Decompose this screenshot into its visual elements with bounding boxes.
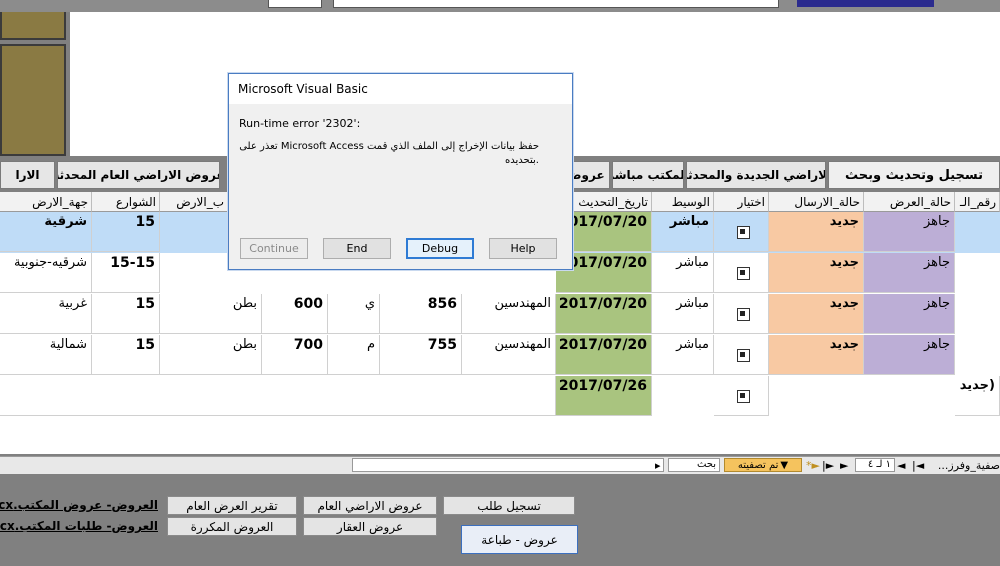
repeated-offers-button[interactable]: العروض المكررة: [167, 517, 297, 536]
area-cell[interactable]: المهندسين: [462, 294, 556, 334]
select-cell[interactable]: [714, 253, 769, 293]
send-status-cell[interactable]: جديد: [769, 253, 864, 293]
select-cell[interactable]: [714, 335, 769, 375]
dialog-body: Run-time error '2302': حفظ بيانات الإخرا…: [229, 104, 572, 269]
streets-cell[interactable]: 15: [92, 335, 160, 375]
new-record-label[interactable]: (جديد: [955, 376, 1000, 416]
select-cell[interactable]: [714, 376, 769, 416]
broker-cell[interactable]: مباشر: [652, 335, 714, 375]
send-status-cell[interactable]: جديد: [769, 294, 864, 334]
date-cell[interactable]: 2017/07/20: [556, 294, 652, 334]
letter-cell[interactable]: م: [328, 335, 380, 375]
col-header-offer-status[interactable]: حالة_العرض: [864, 192, 955, 212]
new-record-icon[interactable]: ►*: [806, 459, 820, 472]
top-control-small[interactable]: [268, 0, 322, 8]
property-offers-button[interactable]: عروض العقار: [303, 517, 437, 536]
last-record-icon[interactable]: ►|: [822, 459, 834, 472]
help-button[interactable]: Help: [489, 238, 557, 259]
streets-cell[interactable]: 15: [92, 212, 160, 252]
debug-button[interactable]: Debug: [406, 238, 474, 259]
offer-status-cell[interactable]: جاهز: [864, 212, 955, 252]
col-header-select[interactable]: اختيار: [714, 192, 769, 212]
checkbox[interactable]: [737, 390, 750, 403]
checkbox[interactable]: [737, 226, 750, 239]
office-offers-link[interactable]: العروض- عروض المكتب.docx: [0, 498, 158, 512]
number-cell[interactable]: 755: [380, 335, 462, 375]
land-type-cell[interactable]: بطن: [160, 335, 262, 375]
funnel-icon: ▼: [780, 459, 789, 471]
tab-new-updated[interactable]: الاراضي الجديدة والمحدثة: [686, 161, 826, 189]
broker-cell[interactable]: مباشر: [652, 294, 714, 334]
empty-cells[interactable]: [0, 376, 556, 416]
dialog-title[interactable]: Microsoft Visual Basic: [229, 74, 572, 104]
land-side-cell[interactable]: شرقية: [0, 212, 92, 252]
error-message-line2: .بتحديده: [505, 155, 539, 166]
col-header-land-side[interactable]: جهة_الارض: [0, 192, 92, 212]
record-number-field[interactable]: ١ لـ ٤: [855, 458, 895, 472]
top-blue-button[interactable]: [797, 0, 934, 7]
land-side-cell[interactable]: شرقيه-جنوبية: [0, 253, 92, 293]
letter-cell[interactable]: ي: [328, 294, 380, 334]
send-status-cell[interactable]: جديد: [769, 212, 864, 252]
tab-general-updated[interactable]: عروض الاراضي العام المحدثة: [57, 161, 220, 189]
first-record-icon[interactable]: ◄|: [912, 459, 924, 472]
top-input[interactable]: [333, 0, 779, 8]
land-side-cell[interactable]: شمالية: [0, 335, 92, 375]
error-code: Run-time error '2302':: [239, 117, 361, 130]
col-header-land[interactable]: ب_الارض: [160, 192, 228, 212]
col-header-streets[interactable]: الشوارع: [92, 192, 160, 212]
print-offers-button[interactable]: عروض - طباعة: [461, 525, 578, 554]
size-cell[interactable]: 700: [262, 335, 328, 375]
filter-status-badge[interactable]: ▼ تم تصفيته: [724, 458, 802, 472]
logo-frame-top: [0, 12, 66, 40]
date-cell[interactable]: 2017/07/26: [556, 376, 652, 416]
col-header-send-status[interactable]: حالة_الارسال: [769, 192, 864, 212]
select-cell[interactable]: [714, 294, 769, 334]
checkbox[interactable]: [737, 267, 750, 280]
logo-frame: [0, 44, 66, 156]
scroll-right-icon[interactable]: ▸: [655, 459, 661, 472]
prev-record-icon[interactable]: ◄: [897, 459, 905, 472]
tab-direct-office[interactable]: المكتب مباشر: [612, 161, 684, 189]
search-input[interactable]: بحث: [668, 458, 720, 472]
broker-cell[interactable]: مباشر: [652, 253, 714, 293]
streets-cell[interactable]: 15: [92, 294, 160, 334]
continue-button[interactable]: Continue: [240, 238, 308, 259]
tab-lands[interactable]: الارا: [0, 161, 55, 189]
date-cell[interactable]: 2017/07/20: [556, 335, 652, 375]
size-cell[interactable]: 600: [262, 294, 328, 334]
select-cell[interactable]: [714, 212, 769, 252]
number-cell[interactable]: 856: [380, 294, 462, 334]
col-header-broker[interactable]: الوسيط: [652, 192, 714, 212]
offer-status-cell[interactable]: جاهز: [864, 253, 955, 293]
checkbox[interactable]: [737, 308, 750, 321]
tab-register[interactable]: تسجيل وتحديث وبحث: [828, 161, 1000, 189]
land-side-cell[interactable]: غربية: [0, 294, 92, 334]
send-status-cell[interactable]: جديد: [769, 335, 864, 375]
filter-label: تم تصفيته: [737, 459, 779, 471]
general-land-offers-button[interactable]: عروض الاراضي العام: [303, 496, 437, 515]
end-button[interactable]: End: [323, 238, 391, 259]
broker-cell[interactable]: مباشر: [652, 212, 714, 252]
next-record-icon[interactable]: ►: [840, 459, 848, 472]
office-requests-link[interactable]: العروض- طلبات المكتب.docx: [0, 519, 158, 533]
horizontal-scrollbar[interactable]: [352, 458, 664, 472]
land-type-cell[interactable]: بطن: [160, 294, 262, 334]
checkbox[interactable]: [737, 349, 750, 362]
streets-cell[interactable]: 15-15: [92, 253, 160, 293]
register-request-button[interactable]: تسجيل طلب: [443, 496, 575, 515]
area-cell[interactable]: المهندسين: [462, 335, 556, 375]
offer-status-cell[interactable]: جاهز: [864, 294, 955, 334]
object-tab-label[interactable]: صفية_وفرز...: [932, 459, 1000, 472]
error-dialog: Microsoft Visual Basic Run-time error '2…: [228, 73, 573, 270]
error-message-line1: حفظ بيانات الإخراج إلى الملف الذي قمت Mi…: [239, 141, 539, 152]
general-offer-report-button[interactable]: تقرير العرض العام: [167, 496, 297, 515]
offer-status-cell[interactable]: جاهز: [864, 335, 955, 375]
col-header-number[interactable]: رقم_الـ: [955, 192, 1000, 212]
